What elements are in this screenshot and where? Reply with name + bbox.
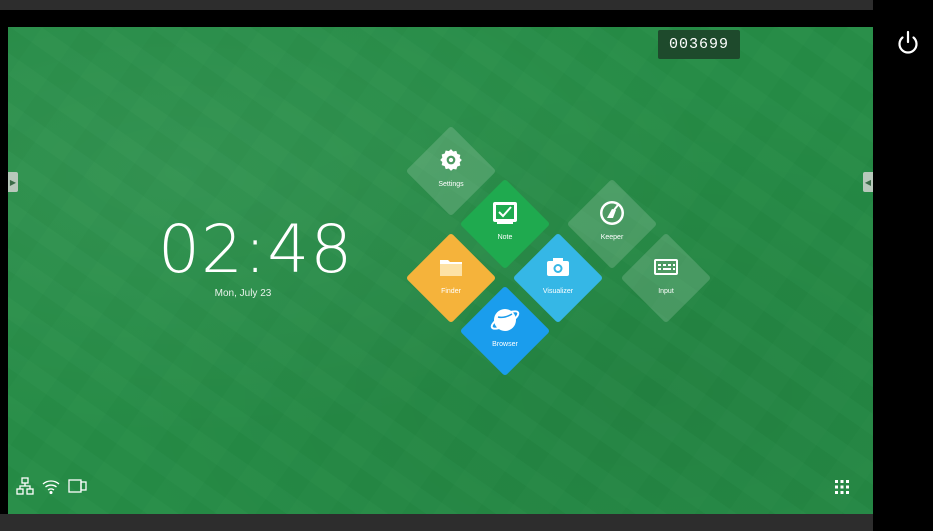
keyboard-icon — [651, 252, 681, 282]
power-icon[interactable] — [893, 28, 923, 58]
network-icon[interactable] — [16, 477, 34, 495]
gear-icon — [436, 145, 466, 175]
clock-time: 02:48 — [158, 211, 354, 288]
apps-grid-icon[interactable] — [834, 479, 850, 500]
bottom-bar — [0, 514, 873, 531]
app-tile-input[interactable]: Input — [620, 232, 712, 324]
whiteboard-icon — [490, 198, 520, 228]
chevron-left-icon: ◀ — [864, 177, 872, 187]
clock-date: Mon, July 23 — [214, 288, 272, 299]
home-screen: 003699 ▶ ◀ 02:48 Mon, July 23 Settings N… — [8, 27, 873, 514]
folder-icon — [436, 252, 466, 282]
tile-label: Browser — [492, 341, 518, 348]
screen-mirror-icon[interactable] — [68, 477, 88, 495]
left-edge-tab[interactable]: ▶ — [8, 172, 18, 192]
right-edge-tab[interactable]: ◀ — [863, 172, 873, 192]
broom-icon — [597, 198, 627, 228]
status-bar — [16, 477, 88, 495]
globe-icon — [490, 305, 520, 335]
camera-icon — [543, 252, 573, 282]
wifi-icon[interactable] — [42, 477, 60, 495]
tile-label: Input — [658, 288, 674, 295]
app-tile-browser[interactable]: Browser — [459, 285, 551, 377]
device-id-badge: 003699 — [658, 30, 740, 59]
chevron-right-icon: ▶ — [9, 177, 17, 187]
top-bar — [0, 0, 873, 10]
